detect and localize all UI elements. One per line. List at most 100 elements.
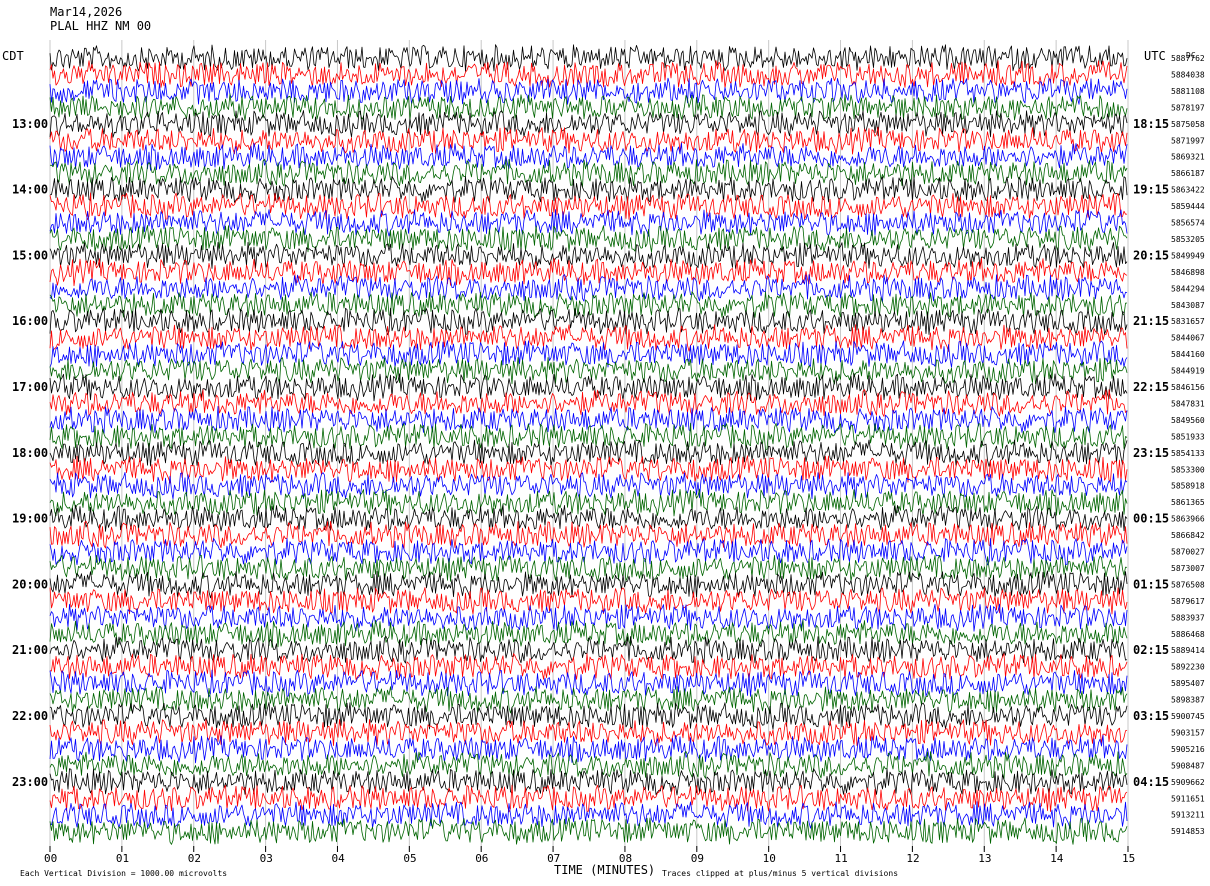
row-offset-value: 5858918 — [1171, 482, 1205, 491]
row-offset-value: 5876508 — [1171, 580, 1205, 589]
left-hour-label: 22:00 — [12, 709, 48, 723]
trace-row-25 — [49, 455, 1128, 484]
left-hour-labels: 13:00 14:00 15:00 16:00 17:00 18:00 19:00 20:00… — [12, 117, 48, 789]
left-hour-label: 16:00 — [12, 314, 48, 328]
row-offset-labels: 5887762588403858811085878197587505858719… — [1171, 54, 1205, 836]
right-hour-label: 00:15 — [1133, 512, 1169, 526]
row-offset-value: 5844160 — [1171, 350, 1205, 359]
left-hour-label: 19:00 — [12, 512, 48, 526]
right-hour-label: 18:15 — [1133, 117, 1169, 131]
row-offset-value: 5886468 — [1171, 630, 1205, 639]
row-offset-value: 5847831 — [1171, 399, 1205, 408]
helicorder-chart: 00 01 02 03 04 05 06 07 08 09 10 11 12 13 14 15 13:0014… — [12, 40, 1205, 865]
x-tick-00: 00 — [44, 852, 57, 865]
left-hour-label: 15:00 — [12, 248, 48, 262]
right-timezone-label: UTC — [1144, 49, 1166, 63]
row-offset-value: 5879617 — [1171, 597, 1205, 606]
x-tick-01: 01 — [116, 852, 129, 865]
row-offset-value: 5875058 — [1171, 120, 1205, 129]
row-offset-value: 5869321 — [1171, 153, 1205, 162]
row-offset-value: 5866187 — [1171, 169, 1205, 178]
row-offset-value: 5905216 — [1171, 745, 1205, 754]
x-tick-15: 15 — [1122, 852, 1135, 865]
row-offset-value: 5900745 — [1171, 712, 1205, 721]
row-offset-value: 5883937 — [1171, 613, 1205, 622]
row-offset-value: 5859444 — [1171, 202, 1205, 211]
x-tick-12: 12 — [906, 852, 919, 865]
row-offset-value: 5884038 — [1171, 70, 1205, 79]
row-offset-value: 5870027 — [1171, 548, 1205, 557]
x-tick-02: 02 — [188, 852, 201, 865]
trace-row-45 — [49, 784, 1128, 813]
row-offset-value: 5878197 — [1171, 103, 1205, 112]
row-offset-value: 5846898 — [1171, 268, 1205, 277]
row-offset-value: 5914853 — [1171, 827, 1205, 836]
row-offset-value: 5881108 — [1171, 87, 1205, 96]
row-offset-value: 5909662 — [1171, 778, 1205, 787]
chart-station: PLAL HHZ NM 00 — [50, 19, 152, 33]
left-hour-label: 23:00 — [12, 775, 48, 789]
right-hour-label: 02:15 — [1133, 643, 1169, 657]
right-hour-label: 01:15 — [1133, 577, 1169, 591]
row-offset-value: 5843087 — [1171, 301, 1205, 310]
left-hour-label: 13:00 — [12, 117, 48, 131]
row-offset-value: 5856574 — [1171, 219, 1205, 228]
row-offset-value: 5873007 — [1171, 564, 1205, 573]
row-offset-value: 5849560 — [1171, 416, 1205, 425]
left-hour-label: 20:00 — [12, 577, 48, 591]
left-hour-label: 21:00 — [12, 643, 48, 657]
x-tick-14: 14 — [1050, 852, 1064, 865]
x-tick-10: 10 — [763, 852, 776, 865]
trace-row-47 — [49, 817, 1128, 845]
trace-row-17 — [49, 324, 1128, 352]
row-offset-value: 5895407 — [1171, 679, 1205, 688]
trace-row-6 — [49, 142, 1128, 171]
right-hour-label: 04:15 — [1133, 775, 1169, 789]
row-offset-value: 5853205 — [1171, 235, 1205, 244]
right-hour-label: 19:15 — [1133, 183, 1169, 197]
row-offset-value: 5846156 — [1171, 383, 1205, 392]
row-offset-value: 5903157 — [1171, 728, 1205, 737]
row-offset-value: 5863422 — [1171, 186, 1205, 195]
left-timezone-label: CDT — [2, 49, 24, 63]
clip-note: Traces clipped at plus/minus 5 vertical … — [662, 869, 899, 878]
row-offset-value: 5831657 — [1171, 317, 1205, 326]
x-tick-09: 09 — [691, 852, 704, 865]
left-hour-label: 14:00 — [12, 183, 48, 197]
right-hour-label: 23:15 — [1133, 446, 1169, 460]
trace-row-35 — [49, 619, 1128, 648]
trace-row-30 — [49, 538, 1128, 566]
row-offset-value: 5853300 — [1171, 465, 1205, 474]
row-offset-value: 5908487 — [1171, 761, 1205, 770]
trace-rows — [49, 44, 1128, 845]
right-hour-label: 20:15 — [1133, 248, 1169, 262]
x-tick-04: 04 — [331, 852, 345, 865]
row-offset-value: 5911651 — [1171, 794, 1205, 803]
trace-row-39 — [49, 686, 1128, 714]
row-offset-value: 5861365 — [1171, 498, 1205, 507]
trace-row-31 — [49, 554, 1128, 582]
scale-note: Each Vertical Division = 1000.00 microvo… — [20, 869, 228, 878]
trace-row-43 — [49, 751, 1128, 780]
row-offset-value: 5898387 — [1171, 696, 1205, 705]
row-offset-value: 5844919 — [1171, 367, 1205, 376]
trace-row-27 — [49, 488, 1128, 517]
trace-row-1 — [49, 60, 1128, 89]
left-hour-label: 18:00 — [12, 446, 48, 460]
row-offset-value: 5866842 — [1171, 531, 1205, 540]
x-axis-title: TIME (MINUTES) — [554, 863, 656, 877]
right-corner-label: DC — [1186, 51, 1196, 60]
trace-row-38 — [49, 669, 1128, 697]
row-offset-value: 5892230 — [1171, 663, 1205, 672]
x-tick-11: 11 — [835, 852, 848, 865]
row-offset-value: 5871997 — [1171, 136, 1205, 145]
row-offset-value: 5844294 — [1171, 284, 1205, 293]
trace-row-11 — [49, 225, 1128, 253]
row-offset-value: 5854133 — [1171, 449, 1205, 458]
trace-row-12 — [49, 242, 1128, 270]
left-hour-label: 17:00 — [12, 380, 48, 394]
row-offset-value: 5913211 — [1171, 811, 1205, 820]
row-offset-value: 5849949 — [1171, 251, 1205, 260]
row-offset-value: 5863966 — [1171, 515, 1205, 524]
row-offset-value: 5889414 — [1171, 646, 1205, 655]
